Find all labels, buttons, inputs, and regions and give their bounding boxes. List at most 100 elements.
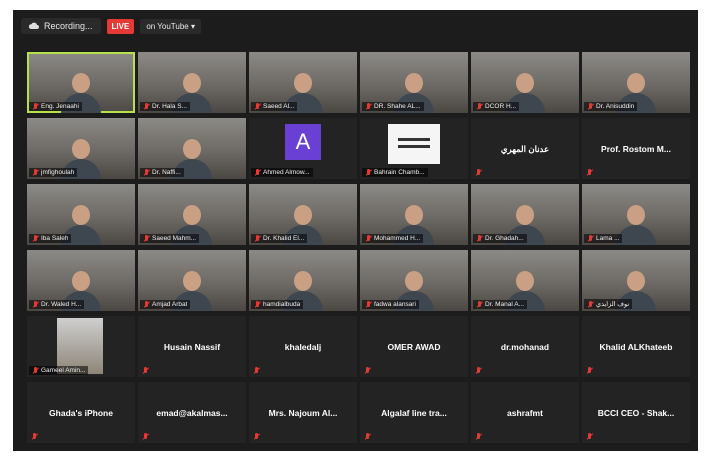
muted-mic-icon — [586, 367, 593, 374]
live-badge: LIVE — [106, 18, 135, 34]
participant-name: dr.mohanad — [500, 342, 550, 352]
recording-label: Recording... — [44, 21, 93, 31]
participant-name: BCCI CEO - Shak... — [597, 408, 675, 418]
participant-tile[interactable]: Amjad Arbat — [138, 250, 246, 311]
participant-name: jmfighoulah — [41, 169, 75, 176]
participant-tile[interactable]: Prof. Rostom M... — [582, 118, 690, 179]
participant-tile[interactable]: Dr. Anisuddin — [582, 52, 690, 113]
participant-tile[interactable]: Mohammed H... — [360, 184, 468, 245]
muted-mic-icon — [365, 169, 372, 176]
participant-tile[interactable]: Mrs. Najoum Al... — [249, 382, 357, 443]
participant-name-tag: Iba Saleh — [29, 234, 72, 243]
participant-name: DR. Shahe AL... — [374, 103, 421, 110]
participant-name-tag: Dr. Naffi... — [140, 168, 184, 177]
participant-tile[interactable]: ashrafmt — [471, 382, 579, 443]
participant-tile[interactable]: emad@akalmas... — [138, 382, 246, 443]
participant-name-tag: Dr. Khalid El... — [251, 234, 308, 243]
muted-mic-icon — [143, 301, 150, 308]
participant-name-tag: Saeed Al... — [251, 102, 298, 111]
participant-tile[interactable]: khaledalj — [249, 316, 357, 377]
participant-name: Dr. Ghadah... — [485, 235, 524, 242]
recording-indicator[interactable]: Recording... — [21, 18, 101, 34]
participant-name-tag: DCOR H... — [473, 102, 520, 111]
avatar: A — [285, 124, 321, 160]
participant-tile[interactable]: Iba Saleh — [27, 184, 135, 245]
muted-mic-icon — [32, 301, 39, 308]
participant-tile[interactable]: Dr. Naffi... — [138, 118, 246, 179]
participant-name-tag: hamdialbuda — [251, 300, 304, 309]
participant-tile[interactable]: عدنان المهري — [471, 118, 579, 179]
participant-name: ashrafmt — [507, 408, 543, 418]
muted-mic-icon — [254, 169, 261, 176]
participant-name-tag: DR. Shahe AL... — [362, 102, 424, 111]
participant-name: Khalid ALKhateeb — [599, 342, 673, 352]
muted-mic-icon — [32, 103, 39, 110]
participant-tile[interactable]: dr.mohanad — [471, 316, 579, 377]
participant-name-tag: Dr. Manal A... — [473, 300, 528, 309]
participant-tile[interactable]: fadwa alansari — [360, 250, 468, 311]
participant-name-tag: Ahmed Almow... — [251, 168, 313, 177]
participant-name-tag: Mohammed H... — [362, 234, 424, 243]
participant-tile[interactable]: Husain Nassif — [138, 316, 246, 377]
participant-tile[interactable]: نوف الزايدي — [582, 250, 690, 311]
muted-mic-icon — [475, 169, 482, 176]
participant-tile[interactable]: Lama ... — [582, 184, 690, 245]
participant-name-tag: Gameel Amin... — [29, 366, 89, 375]
participant-tile[interactable]: OMER AWAD — [360, 316, 468, 377]
participant-tile[interactable]: Eng. Jenaahi — [27, 52, 135, 113]
participant-tile[interactable]: Ghada's iPhone — [27, 382, 135, 443]
participant-name: Bahrain Chamb... — [374, 169, 425, 176]
muted-mic-icon — [31, 433, 38, 440]
muted-mic-icon — [586, 433, 593, 440]
participant-name: Amjad Arbat — [152, 301, 188, 308]
participant-tile[interactable]: Dr. Hala S... — [138, 52, 246, 113]
participant-tile[interactable]: Algalaf line tra... — [360, 382, 468, 443]
participant-name: Dr. Anisuddin — [596, 103, 635, 110]
participant-name: emad@akalmas... — [156, 408, 228, 418]
participant-tile[interactable]: Saeed Mahm... — [138, 184, 246, 245]
muted-mic-icon — [476, 235, 483, 242]
muted-mic-icon — [476, 301, 483, 308]
participant-name: Lama ... — [596, 235, 620, 242]
participant-name-tag: Saeed Mahm... — [140, 234, 200, 243]
muted-mic-icon — [475, 433, 482, 440]
muted-mic-icon — [32, 235, 39, 242]
participant-name: عدنان المهري — [500, 144, 550, 154]
muted-mic-icon — [254, 301, 261, 308]
participant-name-tag: Amjad Arbat — [140, 300, 191, 309]
participant-tile[interactable]: BCCI CEO - Shak... — [582, 382, 690, 443]
muted-mic-icon — [253, 433, 260, 440]
muted-mic-icon — [142, 367, 149, 374]
participant-tile[interactable]: hamdialbuda — [249, 250, 357, 311]
participant-tile[interactable]: DR. Shahe AL... — [360, 52, 468, 113]
participant-name-tag: Dr. Waled H... — [29, 300, 85, 309]
participant-name: Iba Saleh — [41, 235, 69, 242]
participant-tile[interactable]: Bahrain Chamb... — [360, 118, 468, 179]
muted-mic-icon — [587, 300, 594, 308]
participant-tile[interactable]: Dr. Manal A... — [471, 250, 579, 311]
muted-mic-icon — [364, 433, 371, 440]
participant-name: نوف الزايدي — [596, 301, 630, 308]
participant-name: OMER AWAD — [387, 342, 441, 352]
muted-mic-icon — [587, 103, 594, 110]
participant-tile[interactable]: Dr. Waled H... — [27, 250, 135, 311]
muted-mic-icon — [143, 103, 150, 110]
muted-mic-icon — [254, 235, 261, 242]
muted-mic-icon — [364, 367, 371, 374]
participant-tile[interactable]: Khalid ALKhateeb — [582, 316, 690, 377]
cloud-record-icon — [29, 22, 39, 29]
participant-tile[interactable]: DCOR H... — [471, 52, 579, 113]
muted-mic-icon — [586, 169, 593, 176]
participant-tile[interactable]: A Ahmed Almow... — [249, 118, 357, 179]
muted-mic-icon — [143, 169, 150, 176]
muted-mic-icon — [142, 433, 149, 440]
participant-tile[interactable]: jmfighoulah — [27, 118, 135, 179]
muted-mic-icon — [365, 301, 372, 308]
participant-tile[interactable]: Saeed Al... — [249, 52, 357, 113]
participant-name: Prof. Rostom M... — [601, 144, 671, 154]
participant-tile[interactable]: Dr. Ghadah... — [471, 184, 579, 245]
youtube-stream-dropdown[interactable]: on YouTube ▾ — [140, 18, 201, 34]
participant-tile[interactable]: Gameel Amin... — [27, 316, 135, 377]
participant-tile[interactable]: Dr. Khalid El... — [249, 184, 357, 245]
muted-mic-icon — [476, 103, 483, 110]
